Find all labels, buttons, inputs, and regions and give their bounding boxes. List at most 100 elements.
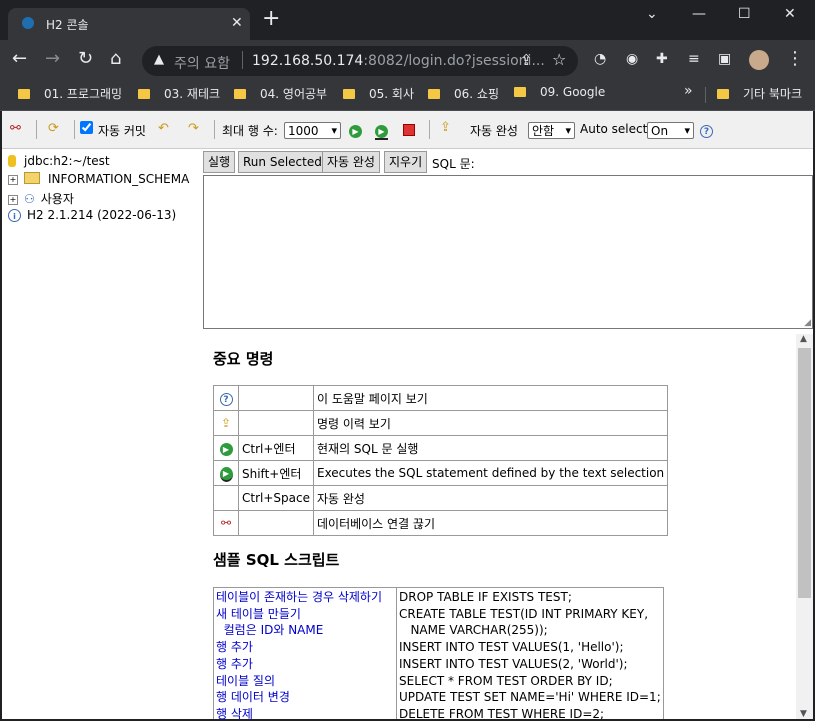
close-tab-icon[interactable]: ✕ [231,15,243,31]
tracking-icon[interactable]: ◉ [626,49,638,69]
tab-strip: H2 콘솔 ✕ + ⌄ — ☐ ✕ [0,0,815,40]
sample-link[interactable]: 행 추가 [216,656,394,673]
sample-link[interactable]: 테이블 질의 [216,673,394,690]
autocommit-checkbox[interactable] [80,121,93,134]
sample-link[interactable]: 새 테이블 만들기 [216,606,394,623]
more-bookmarks-icon[interactable]: » [684,83,693,99]
url-text: 192.168.50.174:8082/login.do?jsessioni..… [252,53,545,69]
autocomplete-label: 자동 완성 [470,124,518,138]
sample-link[interactable]: 테이블이 존재하는 경우 삭제하기 [216,589,394,606]
autocomplete-select[interactable]: 안함 [528,122,575,139]
chevron-down-icon[interactable]: ⌄ [646,6,658,22]
new-tab-icon[interactable]: + [262,8,280,30]
scroll-up-icon[interactable]: ▲ [800,334,807,344]
history-icon[interactable]: ⇪ [440,121,451,135]
tree-schema[interactable]: + INFORMATION_SCHEMA [8,172,189,186]
puzzle-icon[interactable]: ✚ [656,49,668,69]
expand-icon[interactable]: + [8,195,18,205]
sample-sql-title: 샘플 SQL 스크립트 [213,551,340,569]
sql-input[interactable]: ◢ [203,175,813,329]
bookmark-folder[interactable]: 05. 회사 [343,85,414,102]
minimize-icon[interactable]: — [692,6,706,22]
avatar[interactable] [749,50,769,70]
sample-link[interactable]: 행 데이터 변경 [216,689,394,706]
run-selected-icon[interactable]: ▶ [375,123,388,140]
autocomplete-button[interactable]: 자동 완성 [322,151,380,173]
bookmarks-bar: 01. 프로그래밍 03. 재테크 04. 영어공부 05. 회사 06. 쇼핑… [0,80,815,111]
bookmark-folder[interactable]: 01. 프로그래밍 [18,85,122,102]
warning-icon: ▲ [154,52,164,67]
close-window-icon[interactable]: ✕ [784,6,796,22]
other-bookmarks[interactable]: 기타 북마크 [717,85,802,102]
sample-link[interactable]: 행 삭제 [216,706,394,719]
folder-icon [138,89,150,99]
h2-favicon-icon [22,17,34,29]
tab-title: H2 콘솔 [46,18,89,32]
bookmark-folder[interactable]: 03. 재테크 [138,85,220,102]
bookmark-folder[interactable]: 09. Google [514,85,605,99]
scrollbar-thumb[interactable] [798,348,811,598]
sample-code-line: DELETE FROM TEST WHERE ID=2; [399,706,605,719]
refresh-icon[interactable]: ⟳ [48,122,59,136]
star-icon[interactable]: ☆ [552,50,566,69]
folder-icon [343,89,355,99]
disconnect-icon[interactable]: ⚯ [10,122,21,136]
clear-button[interactable]: 지우기 [384,151,428,173]
forward-icon[interactable]: → [45,49,60,69]
sample-links-cell: 테이블이 존재하는 경우 삭제하기 새 테이블 만들기 컬럼은 ID와 NAME… [213,587,397,719]
commands-table: ? 이 도움말 페이지 보기 ⇪ 명령 이력 보기 ▶ Ctrl+엔터 현재의 … [213,385,669,536]
bookmark-folder[interactable]: 06. 쇼핑 [428,85,499,102]
expand-icon[interactable]: + [8,175,18,185]
sample-code-cell: DROP TABLE IF EXISTS TEST; CREATE TABLE … [396,587,664,719]
sample-link[interactable]: 컬럼은 ID와 NAME [216,622,394,639]
back-icon[interactable]: ← [12,49,27,69]
table-row: ? 이 도움말 페이지 보기 [213,385,669,411]
max-rows-label: 최대 행 수: [222,124,278,138]
help-icon[interactable]: ? [219,392,233,406]
media-icon[interactable]: ≡ [688,49,700,69]
maximize-icon[interactable]: ☐ [738,6,751,22]
table-row: ⇪ 명령 이력 보기 [213,410,669,436]
sidepanel-icon[interactable]: ▣ [718,49,731,69]
stop-icon[interactable] [403,124,415,139]
sample-code-line: DROP TABLE IF EXISTS TEST; [399,590,572,604]
run-selected-icon[interactable]: ▶ [219,466,233,482]
sample-code-line: SELECT * FROM TEST ORDER BY ID; [399,673,613,688]
users-icon: ⚇ [24,192,35,206]
history-icon[interactable]: ⇪ [221,416,231,430]
reload-icon[interactable]: ↻ [78,49,93,69]
object-tree: jdbc:h2:~/test + INFORMATION_SCHEMA + ⚇ 사용자… [2,149,202,299]
autoselect-select[interactable]: On [647,122,694,139]
info-icon: i [8,209,21,222]
bookmark-folder[interactable]: 04. 영어공부 [234,85,327,102]
folder-icon [24,172,40,184]
disconnect-icon[interactable]: ⚯ [221,516,231,530]
scroll-down-icon[interactable]: ▼ [800,709,807,719]
important-commands-title: 중요 명령 [213,350,274,368]
max-rows-select[interactable]: 1000 [284,122,341,139]
table-row: ▶ Ctrl+엔터 현재의 SQL 문 실행 [213,435,669,461]
folder-icon [18,89,30,99]
sample-link[interactable]: 행 추가 [216,639,394,656]
result-scrollbar[interactable]: ▲ ▼ [796,334,813,719]
run-icon[interactable]: ▶ [219,442,233,456]
help-icon[interactable]: ? [700,123,713,138]
table-row: ▶ Shift+엔터 Executes the SQL statement de… [213,460,669,486]
run-button[interactable]: 실행 [203,151,236,173]
share-icon[interactable]: ⇪ [520,51,533,69]
address-bar[interactable]: ▲ 주의 요함 192.168.50.174:8082/login.do?jse… [142,46,578,76]
browser-tab[interactable]: H2 콘솔 ✕ [8,8,250,40]
tree-connection[interactable]: jdbc:h2:~/test [8,154,110,168]
folder-icon [234,89,246,99]
extension-icon[interactable]: ◔ [594,49,606,69]
run-icon[interactable]: ▶ [349,123,362,138]
autocommit-label: 자동 커밋 [98,124,146,138]
home-icon[interactable]: ⌂ [110,49,121,69]
sample-code-line: INSERT INTO TEST VALUES(1, 'Hello'); [399,640,624,655]
tree-users[interactable]: + ⚇ 사용자 [8,190,74,207]
commit-icon[interactable]: ↷ [188,122,199,136]
menu-icon[interactable]: ⋮ [786,49,804,69]
resize-handle-icon[interactable]: ◢ [804,318,811,328]
rollback-icon[interactable]: ↶ [158,122,169,136]
run-selected-button[interactable]: Run Selected [238,151,327,173]
